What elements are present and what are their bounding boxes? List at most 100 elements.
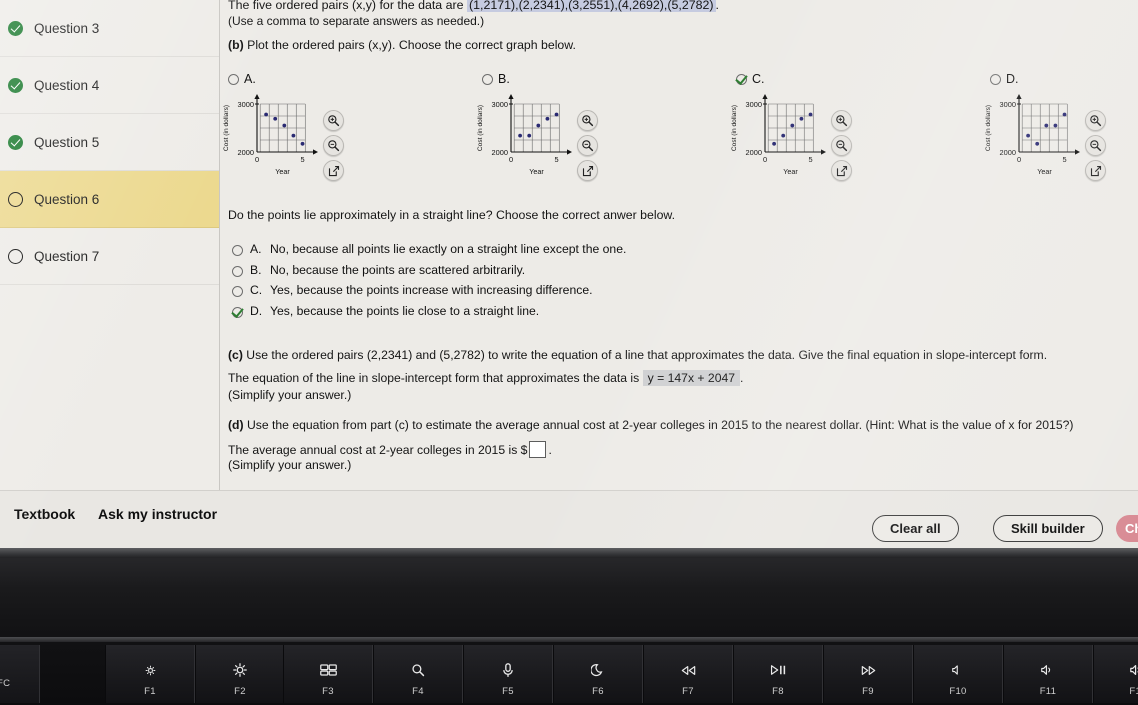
radio-button-icon[interactable] (232, 286, 243, 298)
key-label: F8 (772, 686, 784, 697)
escape-key[interactable]: FC (0, 645, 40, 703)
key-label: F2 (234, 686, 246, 697)
zoom-in-icon[interactable] (323, 110, 344, 131)
key-f10[interactable]: F10 (913, 645, 1003, 703)
sidebar-item-question-7[interactable]: Question 7 (0, 228, 219, 285)
volume-up-icon (1130, 661, 1138, 679)
key-f9[interactable]: F9 (823, 645, 913, 703)
mc-option-a[interactable]: A. No, because all points lie exactly on … (232, 242, 872, 263)
svg-text:2000: 2000 (492, 148, 508, 157)
sidebar-item-question-4[interactable]: Question 4 (0, 57, 219, 114)
clear-all-button[interactable]: Clear all (872, 515, 959, 542)
graph-option-D[interactable]: 3000 20000 5 Year Cost (in dollars) (982, 90, 1082, 176)
svg-text:5: 5 (300, 155, 304, 164)
radio-selected-check-icon[interactable] (232, 306, 243, 318)
zoom-out-icon[interactable] (1085, 135, 1106, 156)
zoom-in-icon[interactable] (1085, 110, 1106, 131)
key-f11[interactable]: F11 (1003, 645, 1093, 703)
part-c-answer-line: The equation of the line in slope-interc… (228, 370, 743, 386)
sidebar-item-question-6[interactable]: Question 6 (0, 171, 219, 228)
key-label: F4 (412, 686, 424, 697)
graph-choice-a[interactable]: A. 3000 2000 0 5 Year Cost (in dollars) (220, 72, 448, 194)
key-label: F1 (144, 686, 156, 697)
ordered-pairs-lead: The five ordered pairs (x,y) for the dat… (228, 0, 464, 12)
sidebar-item-question-3[interactable]: Question 3 (0, 0, 219, 57)
graph-choice-header[interactable]: A. (228, 72, 256, 86)
graph-choice-b[interactable]: B. 3000 2000 0 5 Year Cost (in dollars) (474, 72, 702, 194)
mc-option-letter: C. (250, 283, 263, 298)
mc-option-text: No, because the points are scattered arb… (270, 262, 526, 277)
zoom-out-icon[interactable] (831, 135, 852, 156)
key-f5[interactable]: F5 (463, 645, 553, 703)
radio-button-icon[interactable] (232, 265, 243, 277)
part-d-answer-trail: . (548, 442, 552, 457)
mc-option-d[interactable]: D. Yes, because the points lie close to a… (232, 304, 872, 325)
equation-answer-field[interactable]: y = 147x + 2047 (642, 370, 741, 386)
laptop-hinge (0, 548, 1138, 558)
ordered-pairs-line: The five ordered pairs (x,y) for the dat… (228, 0, 719, 12)
expand-graph-icon[interactable] (577, 160, 598, 181)
expand-graph-icon[interactable] (323, 160, 344, 181)
mc-option-text: Yes, because the points increase with in… (270, 283, 593, 298)
sidebar-item-label: Question 5 (34, 134, 100, 150)
sidebar-item-question-5[interactable]: Question 5 (0, 114, 219, 171)
svg-text:5: 5 (1062, 155, 1066, 164)
spotlight-search-icon (411, 661, 425, 679)
graph-choice-header[interactable]: B. (482, 72, 510, 86)
graph-tools (1085, 110, 1106, 181)
expand-graph-icon[interactable] (831, 160, 852, 181)
radio-selected-check-icon[interactable] (736, 73, 747, 85)
part-c-prompt: (c) Use the ordered pairs (2,2341) and (… (228, 347, 1128, 365)
expand-graph-icon[interactable] (1085, 160, 1106, 181)
textbook-link[interactable]: Textbook (14, 506, 75, 522)
part-d-answer-line: The average annual cost at 2-year colleg… (228, 441, 552, 458)
graph-choice-header[interactable]: D. (990, 72, 1019, 86)
svg-text:Year: Year (275, 167, 290, 176)
key-f6[interactable]: F6 (553, 645, 643, 703)
graph-choice-header[interactable]: C. (736, 72, 765, 86)
part-b-prompt: (b) Plot the ordered pairs (x,y). Choose… (228, 38, 576, 52)
skill-builder-button[interactable]: Skill builder (993, 515, 1103, 542)
keyboard-function-row: FC F1 F2 F3 F4 F5 F6 F7 F8 F9 F10 F11 F12 (0, 645, 1138, 705)
key-f8[interactable]: F8 (733, 645, 823, 703)
mc-option-b[interactable]: B. No, because the points are scattered a… (232, 263, 872, 284)
graph-option-B[interactable]: 3000 20000 5 Year Cost (in dollars) (474, 90, 574, 176)
svg-text:0: 0 (763, 155, 767, 164)
key-f1[interactable]: F1 (105, 645, 195, 703)
ordered-pairs-answer[interactable]: (1,2171),(2,2341),(3,2551),(4,2692),(5,2… (466, 0, 716, 12)
graph-choice-letter: A. (244, 72, 256, 86)
graph-container: 3000 2000 0 5 Year Cost (in dollars) (728, 90, 956, 194)
radio-button-icon[interactable] (232, 245, 243, 256)
key-label: F10 (949, 686, 967, 697)
radio-button-icon[interactable] (990, 73, 1001, 85)
ask-my-instructor-link[interactable]: Ask my instructor (98, 506, 217, 522)
zoom-in-icon[interactable] (577, 110, 598, 131)
ordered-pairs-trail: . (715, 0, 719, 12)
svg-text:3000: 3000 (746, 100, 762, 109)
key-f4[interactable]: F4 (373, 645, 463, 703)
cost-answer-input[interactable] (529, 441, 547, 458)
mc-option-c[interactable]: C. Yes, because the points increase with … (232, 283, 872, 304)
svg-text:Year: Year (1037, 167, 1052, 176)
zoom-in-icon[interactable] (831, 110, 852, 131)
question-complete-icon (8, 20, 23, 36)
graph-choice-d[interactable]: D. 3000 2000 0 5 Year Cost (in dollars) (982, 72, 1138, 194)
zoom-out-icon[interactable] (577, 135, 598, 156)
action-bar: Textbook Ask my instructor Clear all Ski… (0, 490, 1138, 548)
radio-button-icon[interactable] (228, 73, 239, 85)
question-incomplete-icon (8, 248, 23, 264)
radio-button-icon[interactable] (482, 73, 493, 85)
graph-choice-c[interactable]: C. 3000 2000 0 5 Year Cost (in dollars) (728, 72, 956, 194)
sidebar-item-label: Question 4 (34, 77, 100, 93)
key-f12[interactable]: F12 (1093, 645, 1138, 703)
key-f2[interactable]: F2 (195, 645, 285, 703)
svg-text:0: 0 (509, 155, 513, 164)
key-f7[interactable]: F7 (643, 645, 733, 703)
graph-choice-letter: B. (498, 72, 510, 86)
check-answer-button[interactable]: Ch (1116, 515, 1138, 542)
svg-text:2000: 2000 (1000, 148, 1016, 157)
zoom-out-icon[interactable] (323, 135, 344, 156)
key-f3[interactable]: F3 (283, 645, 373, 703)
graph-option-A[interactable]: 3000 20000 5 Year Cost (in dollars) (220, 90, 320, 176)
graph-option-C[interactable]: 3000 20000 5 Year Cost (in dollars) (728, 90, 828, 176)
